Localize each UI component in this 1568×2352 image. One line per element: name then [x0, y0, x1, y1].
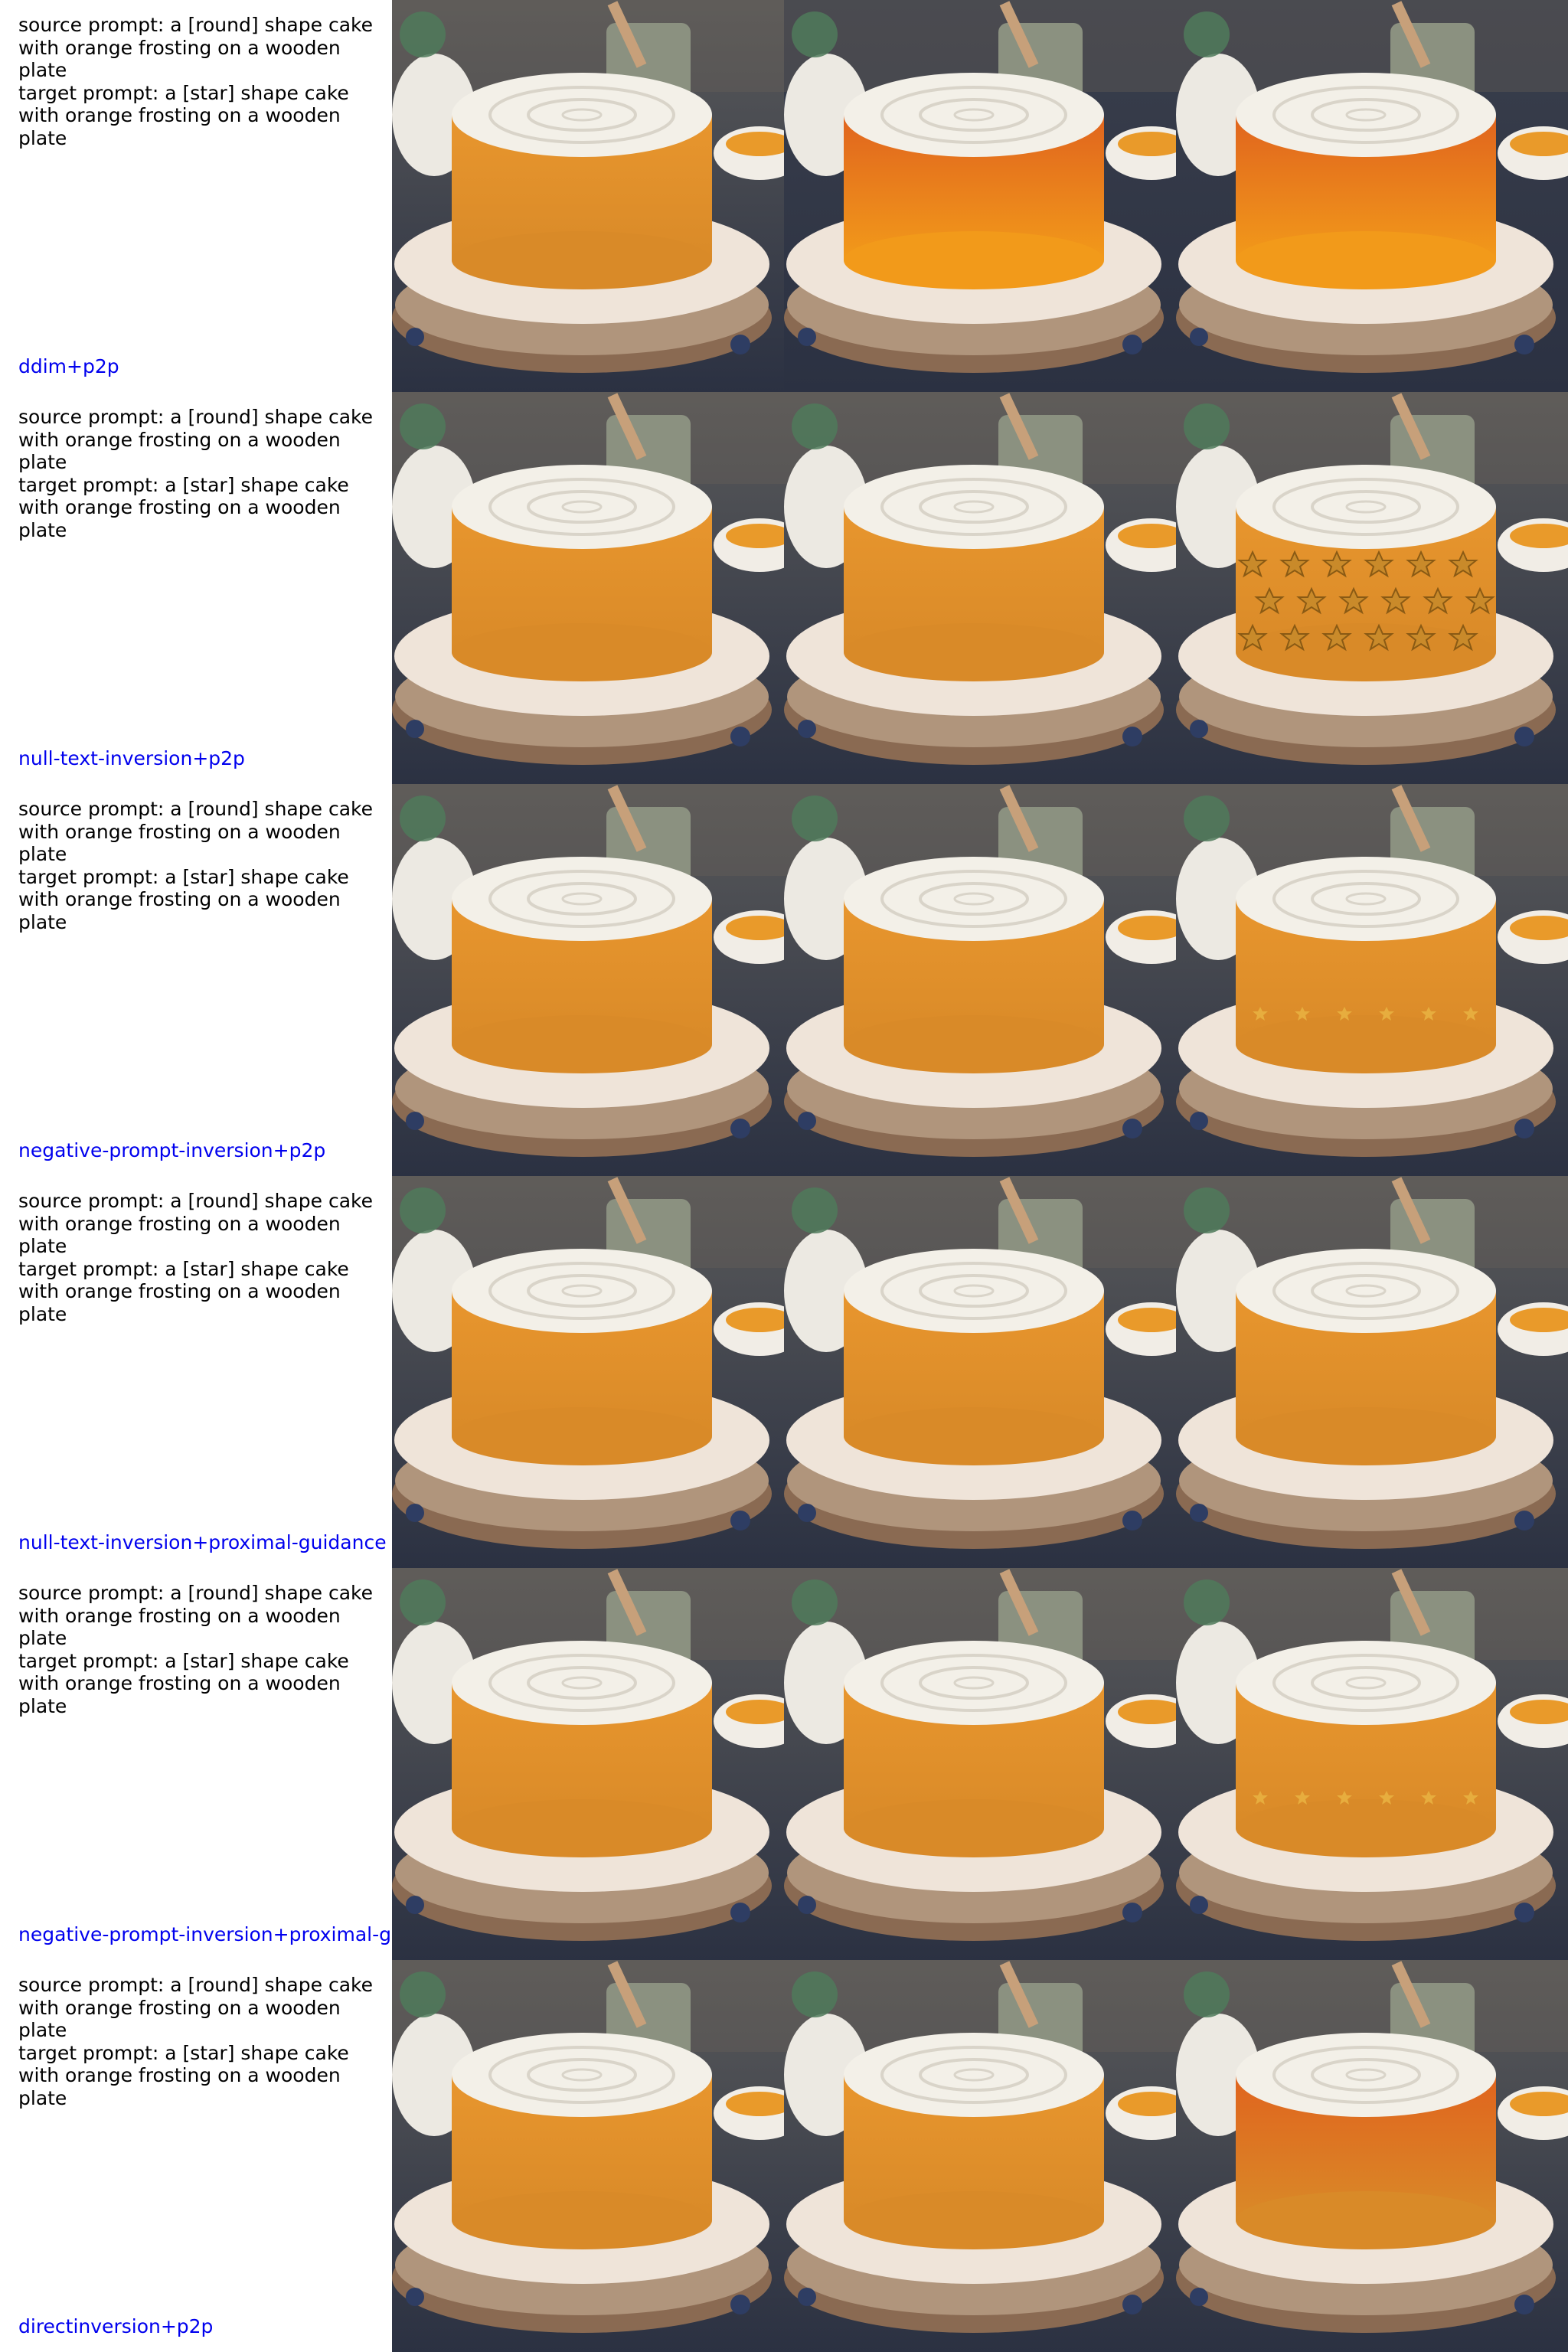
row-label-cell: source prompt: a [round] shape cake with… [0, 1960, 392, 2352]
comparison-row: source prompt: a [round] shape cake with… [0, 784, 1568, 1176]
comparison-grid: source prompt: a [round] shape cake with… [0, 0, 1568, 2352]
cake-original-photo [392, 1176, 784, 1568]
comparison-row: source prompt: a [round] shape cake with… [0, 1568, 1568, 1960]
cake-reconstruction-photo [784, 392, 1176, 784]
comparison-row: source prompt: a [round] shape cake with… [0, 1176, 1568, 1568]
method-label: null-text-inversion+p2p [18, 747, 245, 769]
comparison-row: source prompt: a [round] shape cake with… [0, 392, 1568, 784]
cake-reconstruction-photo [784, 1960, 1176, 2352]
row-label-cell: source prompt: a [round] shape cake with… [0, 1176, 392, 1568]
cake-star-decorated-photo [1176, 784, 1568, 1176]
method-label: negative-prompt-inversion+proximal-g [18, 1923, 391, 1945]
prompt-text: source prompt: a [round] shape cake with… [18, 406, 373, 541]
cake-original-photo [392, 1960, 784, 2352]
cake-edited-photo [1176, 0, 1568, 392]
prompt-text: source prompt: a [round] shape cake with… [18, 1190, 373, 1325]
cake-original-photo [392, 0, 784, 392]
cake-reconstruction-photo [784, 1568, 1176, 1960]
cake-original-photo [392, 784, 784, 1176]
row-label-cell: source prompt: a [round] shape cake with… [0, 784, 392, 1176]
method-label: ddim+p2p [18, 355, 119, 377]
row-label-cell: source prompt: a [round] shape cake with… [0, 0, 392, 392]
prompt-text: source prompt: a [round] shape cake with… [18, 1582, 373, 1717]
prompt-text: source prompt: a [round] shape cake with… [18, 1974, 373, 2109]
comparison-row: source prompt: a [round] shape cake with… [0, 1960, 1568, 2352]
row-label-cell: source prompt: a [round] shape cake with… [0, 1568, 392, 1960]
cake-edited-photo [1176, 1960, 1568, 2352]
method-label: null-text-inversion+proximal-guidance [18, 1531, 387, 1553]
prompt-text: source prompt: a [round] shape cake with… [18, 798, 373, 933]
cake-reconstruction-photo [784, 784, 1176, 1176]
comparison-row: source prompt: a [round] shape cake with… [0, 0, 1568, 392]
cake-star-decorated-photo [1176, 392, 1568, 784]
row-label-cell: source prompt: a [round] shape cake with… [0, 392, 392, 784]
method-label: negative-prompt-inversion+p2p [18, 1139, 326, 1161]
prompt-text: source prompt: a [round] shape cake with… [18, 14, 373, 149]
cake-star-decorated-photo [1176, 1568, 1568, 1960]
cake-original-photo [392, 1568, 784, 1960]
cake-edited-photo [1176, 1176, 1568, 1568]
cake-original-photo [392, 392, 784, 784]
cake-reconstruction-photo [784, 0, 1176, 392]
method-label: directinversion+p2p [18, 2315, 214, 2337]
cake-reconstruction-photo [784, 1176, 1176, 1568]
